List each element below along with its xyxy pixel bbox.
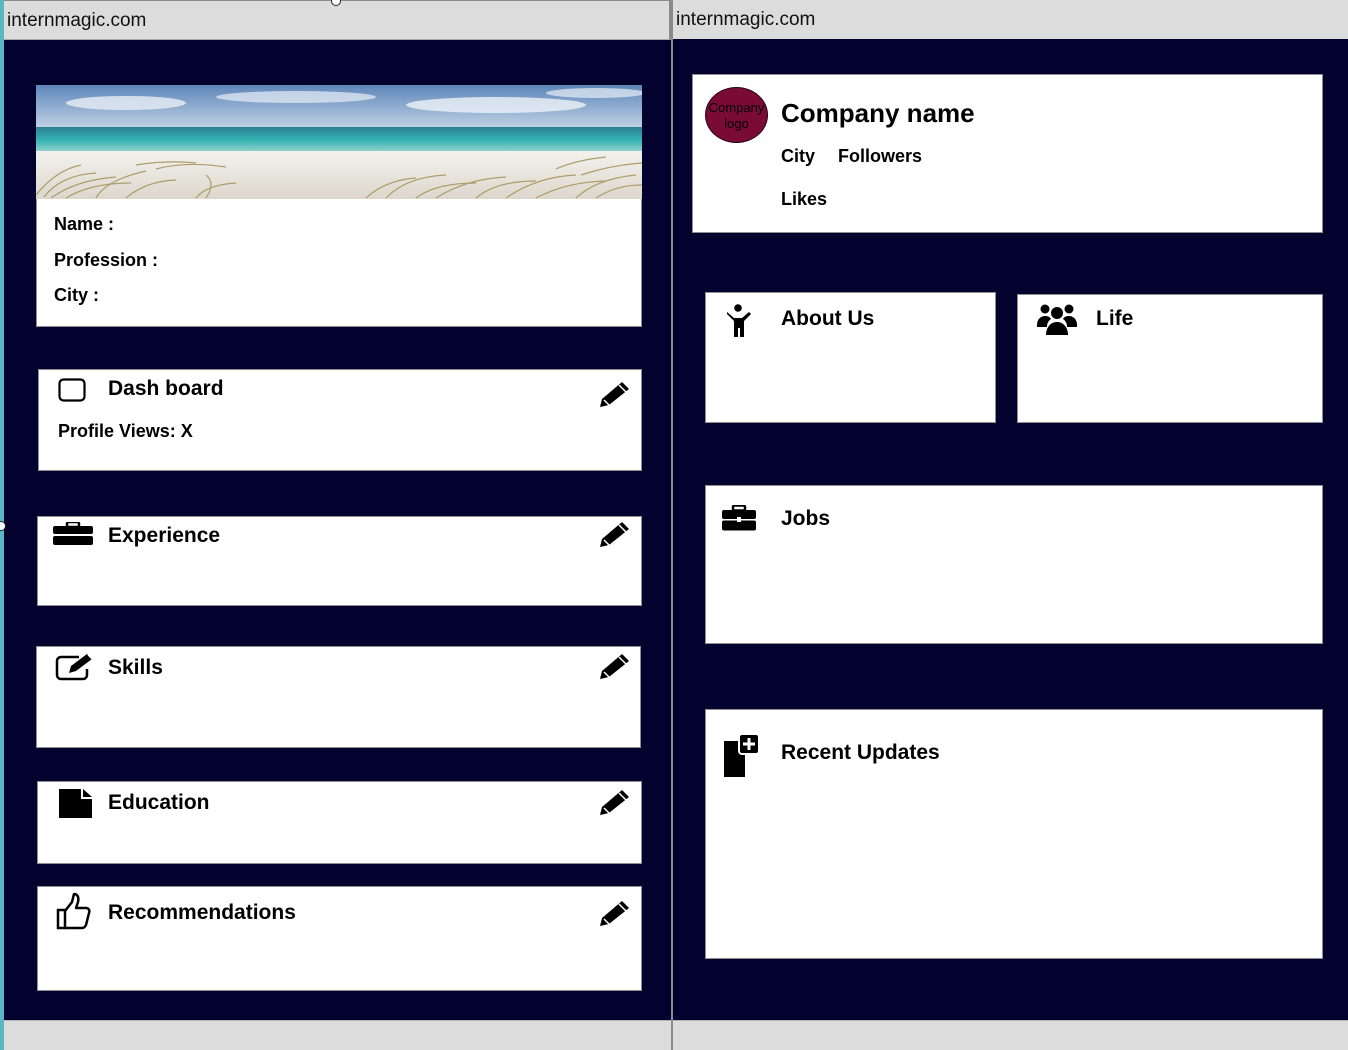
recent-updates-title: Recent Updates	[781, 741, 940, 764]
briefcase-icon	[722, 505, 756, 531]
company-followers-label: Followers	[838, 146, 923, 166]
cover-image	[36, 85, 642, 199]
add-document-icon	[724, 733, 760, 777]
city-label: City :	[54, 285, 99, 305]
name-label: Name :	[54, 214, 115, 234]
jobs-title: Jobs	[781, 507, 831, 530]
person-icon	[727, 304, 751, 337]
dashboard-edit-pencil-icon[interactable]	[597, 380, 631, 410]
company-logo-text: Company logo	[708, 100, 765, 131]
company-likes-label: Likes	[781, 189, 828, 209]
experience-title: Experience	[108, 524, 221, 547]
address-bar[interactable]: internmagic.com	[673, 0, 1348, 40]
company-logo: Company logo	[705, 87, 768, 143]
window-footer	[673, 1020, 1348, 1050]
briefcase-icon	[53, 522, 93, 545]
skills-title: Skills	[108, 656, 163, 679]
recommendations-title: Recommendations	[108, 901, 296, 924]
file-icon	[59, 789, 92, 818]
company-name: Company name	[781, 98, 975, 128]
edit-square-icon	[55, 654, 94, 681]
thumbs-up-icon	[56, 892, 91, 930]
about-us-title: About Us	[781, 307, 875, 330]
profession-label: Profession :	[54, 250, 159, 270]
skills-edit-pencil-icon[interactable]	[597, 652, 631, 682]
recommendations-edit-pencil-icon[interactable]	[597, 899, 631, 929]
dashboard-title: Dash board	[108, 377, 224, 400]
company-city-label: City	[781, 146, 816, 166]
group-icon	[1037, 304, 1077, 335]
address-bar[interactable]: internmagic.com	[4, 0, 671, 40]
experience-edit-pencil-icon[interactable]	[597, 520, 631, 550]
window-footer	[4, 1020, 671, 1050]
checkbox-icon	[58, 378, 86, 402]
education-title: Education	[108, 791, 210, 814]
education-edit-pencil-icon[interactable]	[597, 788, 631, 818]
profile-views-text: Profile Views: X	[58, 421, 193, 441]
life-title: Life	[1096, 307, 1134, 330]
